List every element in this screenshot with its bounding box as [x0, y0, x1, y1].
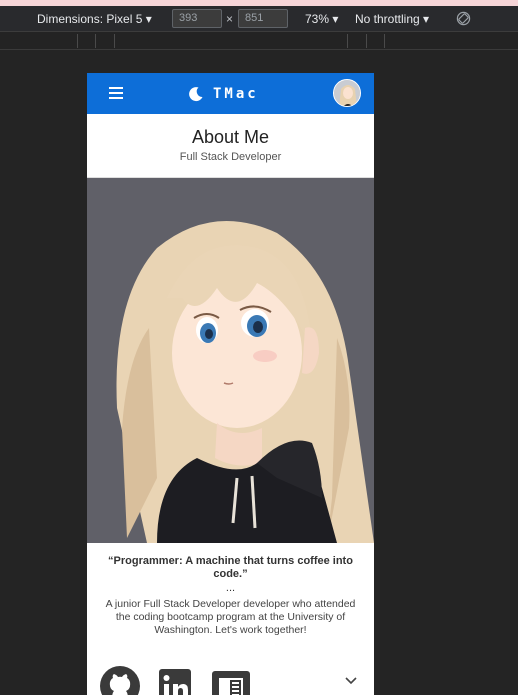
github-icon[interactable] — [99, 665, 141, 695]
moon-icon — [189, 87, 203, 102]
about-content: “Programmer: A machine that turns coffee… — [87, 543, 374, 695]
width-input[interactable]: 393 — [172, 9, 222, 28]
page-header: About Me Full Stack Developer — [87, 114, 374, 178]
mobile-page: TMac About Me Full Stack Developer “Prog… — [87, 73, 374, 695]
throttling-dropdown[interactable]: No throttling ▾ — [355, 12, 429, 26]
brand-name: TMac — [213, 86, 259, 102]
height-input[interactable]: 851 — [238, 9, 288, 28]
bio-text: A junior Full Stack Developer developer … — [105, 598, 356, 636]
dimensions-dropdown[interactable]: Dimensions: Pixel 5 ▾ — [37, 12, 152, 26]
device-toolbar: Dimensions: Pixel 5 ▾ 393 × 851 73% ▾ No… — [0, 6, 518, 32]
media-query-ruler — [0, 32, 518, 50]
ellipsis: ... — [225, 582, 236, 594]
dimension-times: × — [226, 12, 234, 26]
zoom-dropdown[interactable]: 73% ▾ — [305, 12, 338, 26]
hamburger-menu-icon[interactable] — [109, 87, 123, 99]
quote-text: “Programmer: A machine that turns coffee… — [108, 555, 353, 580]
brand[interactable]: TMac — [188, 84, 259, 104]
avatar[interactable] — [333, 79, 361, 107]
rotate-icon[interactable] — [456, 11, 471, 26]
profile-portrait — [87, 178, 374, 543]
page-subtitle: Full Stack Developer — [179, 151, 282, 163]
navbar: TMac — [87, 73, 374, 114]
linkedin-icon[interactable] — [158, 665, 200, 695]
page-title: About Me — [191, 127, 270, 147]
chevron-down-icon[interactable] — [345, 677, 357, 685]
anime-portrait-image — [87, 178, 374, 543]
resume-icon[interactable] — [210, 665, 252, 695]
avatar-image — [334, 80, 360, 106]
